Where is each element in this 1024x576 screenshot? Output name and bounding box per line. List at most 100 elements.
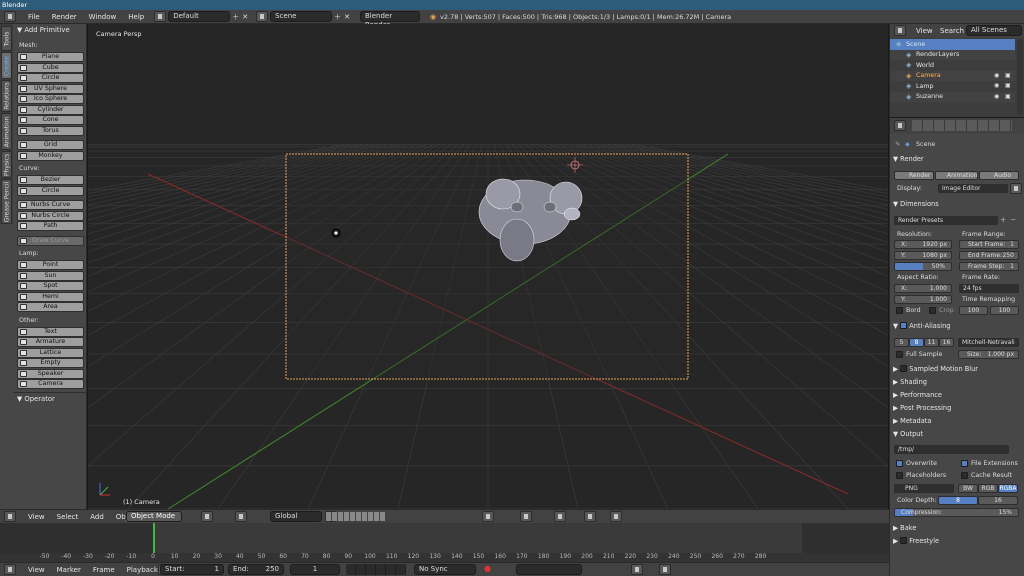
shading-icon[interactable] <box>201 511 214 522</box>
add-monkey-button[interactable]: Monkey <box>17 150 84 161</box>
color-depth-16[interactable]: 16 <box>978 496 1018 505</box>
aspect-x-field[interactable]: X: 1.000 <box>894 284 952 293</box>
freestyle-checkbox[interactable] <box>900 537 908 544</box>
playhead[interactable] <box>153 523 155 553</box>
display-selector[interactable]: Image Editor <box>938 184 1008 193</box>
full-sample-checkbox[interactable] <box>896 351 903 358</box>
record-icon[interactable]: ● <box>484 564 491 573</box>
render-anim-icon[interactable] <box>610 511 623 522</box>
remap-old-field[interactable]: 100 <box>959 306 988 315</box>
resolution-percent-slider[interactable]: 50% <box>894 262 952 271</box>
mode-selector[interactable]: Object Mode <box>126 511 182 522</box>
audio-button[interactable]: Audio <box>979 171 1019 180</box>
orientation-selector[interactable]: Global <box>270 511 322 522</box>
aa-sample-11[interactable]: 11 <box>924 338 939 347</box>
dimensions-panel-header[interactable]: ▼ Dimensions <box>893 199 1021 210</box>
frame-rate-selector[interactable]: 24 fps <box>959 284 1019 293</box>
compression-slider[interactable]: Compression: 15% <box>894 508 1019 517</box>
renderable-camera-icon[interactable]: ▣ <box>1005 72 1011 79</box>
aa-sample-16[interactable]: 16 <box>939 338 954 347</box>
tab-physics[interactable]: Physics <box>1 151 12 178</box>
add-cylinder-button[interactable]: Cylinder <box>17 104 84 115</box>
outliner-item-renderlayers[interactable]: ◈ RenderLayers <box>890 49 1015 60</box>
sampled-motion-blur-panel-header[interactable]: ▶ Sampled Motion Blur <box>893 364 1021 375</box>
crop-checkbox[interactable] <box>929 307 936 314</box>
outliner-menu-search[interactable]: Search <box>940 27 964 35</box>
render-panel-header[interactable]: ▼ Render <box>893 154 1021 165</box>
pivot-icon[interactable] <box>235 511 248 522</box>
aspect-y-field[interactable]: Y: 1.000 <box>894 295 952 304</box>
add-armature-button[interactable]: Armature <box>17 337 84 347</box>
tab-tools[interactable]: Tools <box>1 26 12 51</box>
start-frame-prop[interactable]: Start Frame: 1 <box>959 240 1019 249</box>
outliner-item-world[interactable]: ◈ World <box>890 60 1015 71</box>
snap-icon[interactable] <box>519 511 532 522</box>
scene-selector[interactable]: Scene <box>270 11 333 22</box>
render-button[interactable]: Render <box>894 171 934 180</box>
menu-render[interactable]: Render <box>46 13 83 21</box>
aa-sample-5[interactable]: 5 <box>894 338 909 347</box>
editor-type-icon[interactable] <box>4 11 16 22</box>
add-cube-button[interactable]: Cube <box>17 62 84 73</box>
overwrite-checkbox[interactable] <box>896 460 903 467</box>
end-frame-field[interactable]: End: 250 <box>228 564 284 575</box>
proportional-edit-icon[interactable] <box>482 511 495 522</box>
output-panel-header[interactable]: ▼ Output <box>893 429 1021 440</box>
add-point-button[interactable]: Point <box>17 260 84 270</box>
frame-step-prop[interactable]: Frame Step: 1 <box>959 262 1019 271</box>
render-engine-selector[interactable]: Blender Render <box>359 11 420 29</box>
scene-icon[interactable] <box>256 11 269 22</box>
view3d-menu-view[interactable]: View <box>22 513 51 521</box>
layer-buttons[interactable] <box>326 512 386 521</box>
menu-window[interactable]: Window <box>83 13 123 21</box>
animation-button[interactable]: Animation <box>935 171 978 180</box>
outliner-item-camera[interactable]: ◈ Camera ◉ ▣ <box>890 70 1015 81</box>
timeline-menu-frame[interactable]: Frame <box>87 566 121 574</box>
menu-help[interactable]: Help <box>122 13 150 21</box>
view3d-menu-add[interactable]: Add <box>84 513 110 521</box>
screen-layout-icon[interactable] <box>154 11 167 22</box>
keying-set-field[interactable] <box>516 564 582 575</box>
add-layout-icon[interactable]: ＋ <box>232 12 239 22</box>
aa-filter-selector[interactable]: Mitchell-Netravali <box>958 338 1019 347</box>
display-settings-icon[interactable] <box>1010 183 1022 194</box>
add-circle-button[interactable]: Circle <box>17 185 84 196</box>
add-cone-button[interactable]: Cone <box>17 115 84 125</box>
outliner-scrollbar[interactable] <box>1017 39 1023 115</box>
add-sun-button[interactable]: Sun <box>17 270 84 281</box>
render-opengl-icon[interactable] <box>584 511 597 522</box>
color-depth-8[interactable]: 8 <box>938 496 978 505</box>
filter-size-field[interactable]: Size: 1.000 px <box>958 350 1019 359</box>
add-text-button[interactable]: Text <box>17 326 84 337</box>
color-mode-bw[interactable]: BW <box>958 484 978 493</box>
aa-sample-8[interactable]: 8 <box>909 338 924 347</box>
add-ico-sphere-button[interactable]: Ico Sphere <box>17 94 84 104</box>
end-frame-prop[interactable]: End Frame: 250 <box>959 251 1019 260</box>
render-presets-menu[interactable]: Render Presets <box>894 216 998 225</box>
add-area-button[interactable]: Area <box>17 302 84 312</box>
remove-preset-icon[interactable]: － <box>1010 215 1016 224</box>
output-path-field[interactable]: /tmp/ <box>894 445 1009 454</box>
start-frame-field[interactable]: Start: 1 <box>160 564 224 575</box>
performance-panel-header[interactable]: ▶ Performance <box>893 390 1021 401</box>
placeholders-checkbox[interactable] <box>896 472 903 479</box>
editor-type-icon[interactable] <box>4 564 16 575</box>
timeline-menu-view[interactable]: View <box>22 566 51 574</box>
add-uv-sphere-button[interactable]: UV Sphere <box>17 83 84 94</box>
freestyle-panel-header[interactable]: ▶ Freestyle <box>893 536 1021 547</box>
motion-blur-checkbox[interactable] <box>900 365 908 372</box>
add-nurbs-circle-button[interactable]: Nurbs Circle <box>17 210 84 221</box>
visibility-eye-icon[interactable]: ◉ <box>994 93 999 100</box>
outliner-filter[interactable]: All Scenes <box>966 25 1022 36</box>
tab-relations[interactable]: Relations <box>1 80 12 112</box>
pin-icon[interactable]: ✎ <box>895 141 900 148</box>
post-processing-panel-header[interactable]: ▶ Post Processing <box>893 403 1021 414</box>
add-spot-button[interactable]: Spot <box>17 281 84 291</box>
delete-layout-icon[interactable]: ✕ <box>242 13 248 21</box>
current-frame-field[interactable]: 1 <box>290 564 340 575</box>
renderable-camera-icon[interactable]: ▣ <box>1005 93 1011 100</box>
border-checkbox[interactable] <box>896 307 903 314</box>
file-format-selector[interactable]: PNG <box>894 484 954 493</box>
delete-scene-icon[interactable]: ✕ <box>344 13 350 21</box>
resolution-x-field[interactable]: X: 1920 px <box>894 240 952 249</box>
